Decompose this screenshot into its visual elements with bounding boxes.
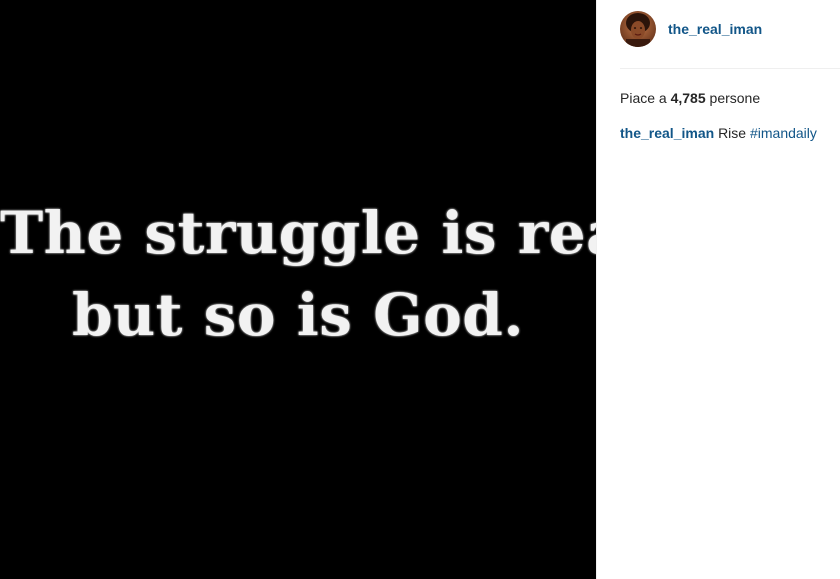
avatar[interactable] [620,11,656,47]
avatar-photo-icon [620,11,656,47]
likes-number: 4,785 [670,90,706,106]
header-username-link[interactable]: the_real_iman [668,21,762,37]
quote-line-2: but so is God. [71,281,525,349]
quote-text: The struggle is real, but so is God. [0,192,596,356]
instagram-post: The struggle is real, but so is God. [0,0,840,579]
likes-suffix: persone [709,90,761,106]
hashtag-link[interactable]: #imandaily [750,125,817,141]
caption-username-link[interactable]: the_real_iman [620,125,714,141]
quote-line-1: The struggle is real, [0,199,596,267]
caption-text: Rise [718,125,747,141]
post-caption: the_real_iman Rise #imandaily [620,125,840,141]
likes-count[interactable]: Piace a 4,785 persone [620,90,840,106]
likes-prefix: Piace a [620,90,667,106]
post-image[interactable]: The struggle is real, but so is God. [0,0,596,579]
post-header: the_real_iman [620,0,840,69]
post-sidebar: the_real_iman Piace a 4,785 persone the_… [596,0,840,579]
